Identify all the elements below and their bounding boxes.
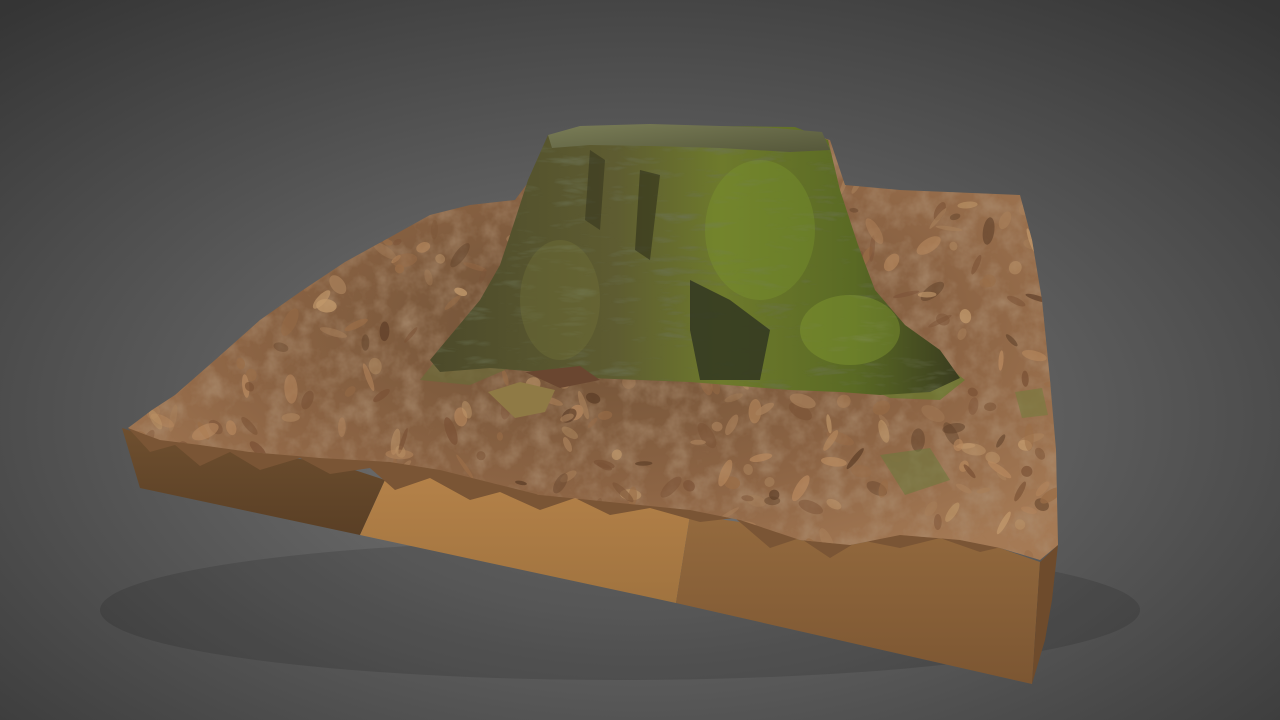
leaf: [764, 496, 781, 506]
3d-model-viewport[interactable]: [0, 0, 1280, 720]
leaf: [933, 514, 942, 530]
leaf: [1024, 423, 1034, 451]
leaf: [361, 334, 370, 351]
leaf: [690, 439, 706, 445]
terrain-scene[interactable]: [0, 0, 1280, 720]
